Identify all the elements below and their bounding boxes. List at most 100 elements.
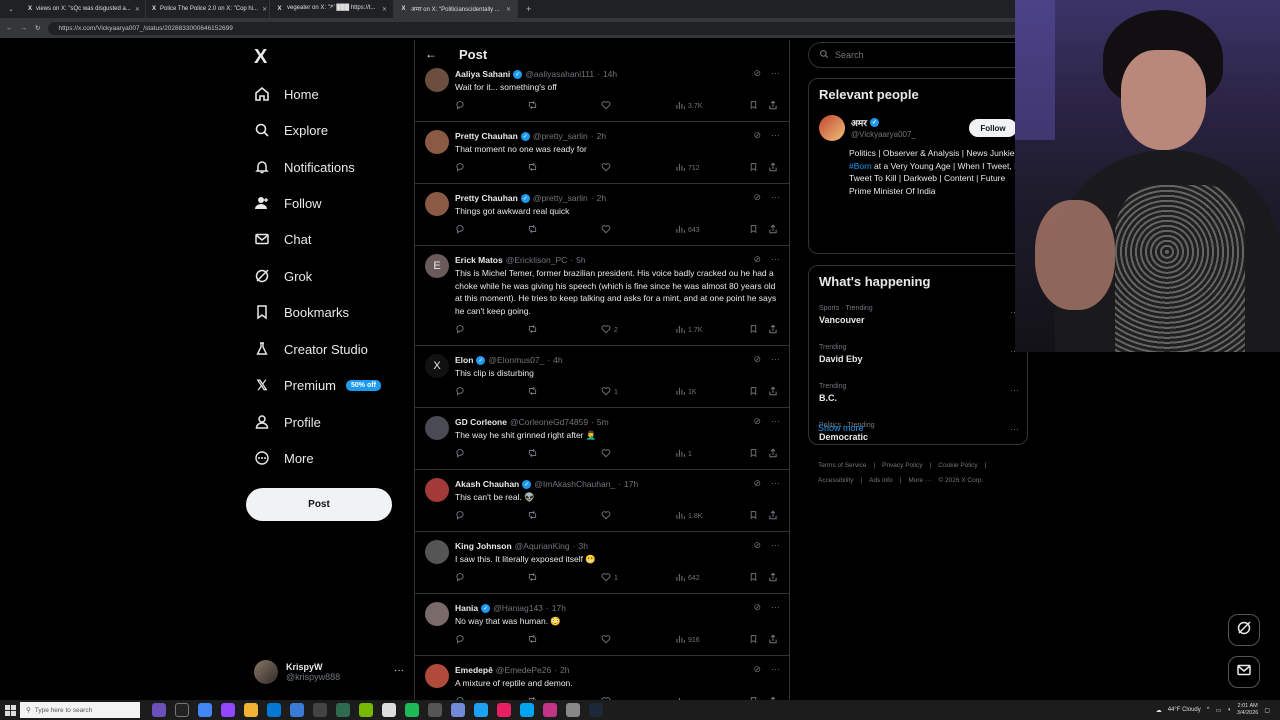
share-button[interactable] bbox=[768, 386, 778, 398]
app-icon[interactable] bbox=[198, 703, 212, 717]
reply-button[interactable] bbox=[455, 572, 468, 584]
grok-icon[interactable]: ⊘ bbox=[753, 192, 761, 203]
chevron-up-icon[interactable]: ^ bbox=[1207, 707, 1210, 713]
repost-button[interactable] bbox=[527, 386, 541, 398]
grok-icon[interactable]: ⊘ bbox=[753, 68, 761, 79]
grok-icon[interactable]: ⊘ bbox=[753, 602, 761, 613]
browser-tab-active[interactable]: X अमर on X: "Politicianscidentally ... ✕ bbox=[394, 0, 518, 18]
tweet[interactable]: Hania ✓ @Haniag143 · 17h ⊘ ··· No way that was … bbox=[415, 594, 789, 656]
nav-item-more[interactable]: More bbox=[254, 447, 314, 469]
app-icon[interactable] bbox=[520, 703, 534, 717]
like-button[interactable] bbox=[601, 162, 614, 174]
avatar[interactable] bbox=[819, 115, 845, 141]
new-tab-button[interactable]: + bbox=[518, 4, 539, 14]
messages-floating-button[interactable] bbox=[1228, 656, 1260, 688]
x-logo[interactable]: X bbox=[254, 46, 267, 69]
browser-tab[interactable]: X views on X: "sQc was disgusted a... ✕ bbox=[22, 0, 146, 18]
share-button[interactable] bbox=[768, 510, 778, 522]
nav-item-profile[interactable]: Profile bbox=[254, 411, 321, 433]
avatar[interactable] bbox=[425, 130, 449, 154]
views-button[interactable]: 1 bbox=[675, 448, 692, 460]
folder-icon[interactable] bbox=[244, 703, 258, 717]
tweet-author-name[interactable]: Pretty Chauhan bbox=[455, 131, 518, 141]
tweet-time[interactable]: 5m bbox=[597, 417, 609, 427]
bookmark-button[interactable] bbox=[749, 448, 758, 460]
tweet-author-handle[interactable]: @Elonmus07_ bbox=[488, 355, 544, 365]
bookmark-button[interactable] bbox=[749, 634, 758, 646]
more-dots-icon[interactable]: ··· bbox=[394, 665, 404, 676]
tweet-author-handle[interactable]: @aaliyasahani111 bbox=[525, 69, 594, 79]
share-button[interactable] bbox=[768, 224, 778, 236]
notifications-icon[interactable]: ▢ bbox=[1264, 707, 1270, 714]
reply-button[interactable] bbox=[455, 324, 468, 336]
avatar[interactable] bbox=[425, 664, 449, 688]
more-dots-icon[interactable]: ··· bbox=[771, 68, 780, 79]
reload-icon[interactable]: ↻ bbox=[35, 24, 40, 32]
like-button[interactable]: 2 bbox=[601, 324, 618, 336]
tweet-author-handle[interactable]: @EmedePe26 bbox=[496, 665, 551, 675]
avatar[interactable] bbox=[425, 478, 449, 502]
tweet-time[interactable]: 5h bbox=[576, 255, 585, 265]
like-button[interactable] bbox=[601, 224, 614, 236]
avatar[interactable] bbox=[425, 68, 449, 92]
tweet-author-handle[interactable]: @CorleoneGd74859 bbox=[510, 417, 588, 427]
bookmark-button[interactable] bbox=[749, 572, 758, 584]
more-dots-icon[interactable]: ··· bbox=[771, 254, 780, 265]
user-name[interactable]: अमर ✓ bbox=[851, 116, 879, 129]
share-button[interactable] bbox=[768, 162, 778, 174]
views-button[interactable]: 916 bbox=[675, 634, 700, 646]
footer-link[interactable]: More ··· bbox=[908, 477, 931, 484]
share-button[interactable] bbox=[768, 448, 778, 460]
footer-link[interactable]: Ads info bbox=[869, 477, 893, 484]
repost-button[interactable] bbox=[527, 572, 541, 584]
tab-close-icon[interactable]: ✕ bbox=[382, 6, 387, 13]
tweet-time[interactable]: 3h bbox=[578, 541, 587, 551]
nav-item-explore[interactable]: Explore bbox=[254, 119, 328, 141]
tweet-time[interactable]: 4h bbox=[553, 355, 562, 365]
tweet-time[interactable]: 17h bbox=[552, 603, 566, 613]
browser-tab[interactable]: X Police The Police 2.0 on X: "Cop hi...… bbox=[146, 0, 270, 18]
tab-list-chevron-icon[interactable]: ⌄ bbox=[0, 6, 22, 13]
app-icon[interactable] bbox=[382, 703, 396, 717]
tweet-author-name[interactable]: Pretty Chauhan bbox=[455, 193, 518, 203]
tweet-time[interactable]: 2h bbox=[597, 131, 606, 141]
more-dots-icon[interactable]: ··· bbox=[771, 354, 780, 365]
tweet[interactable]: Pretty Chauhan ✓ @pretty_sarlin · 2h ⊘ ··· Thin… bbox=[415, 184, 789, 246]
tab-close-icon[interactable]: ✕ bbox=[135, 6, 140, 13]
app-icon[interactable] bbox=[336, 703, 350, 717]
bookmark-button[interactable] bbox=[749, 100, 758, 112]
reply-button[interactable] bbox=[455, 510, 468, 522]
repost-button[interactable] bbox=[527, 448, 541, 460]
bio-hashtag[interactable]: #Born bbox=[849, 161, 872, 171]
tweet-time[interactable]: 14h bbox=[603, 69, 617, 79]
tweet-author-handle[interactable]: @pretty_sarlin bbox=[533, 131, 588, 141]
volume-icon[interactable]: ◖ bbox=[1227, 707, 1231, 713]
grok-icon[interactable]: ⊘ bbox=[753, 354, 761, 365]
footer-link[interactable]: Accessibility bbox=[818, 477, 853, 484]
tweet[interactable]: Pretty Chauhan ✓ @pretty_sarlin · 2h ⊘ ··· That… bbox=[415, 122, 789, 184]
avatar[interactable] bbox=[425, 416, 449, 440]
grok-icon[interactable]: ⊘ bbox=[753, 540, 761, 551]
grok-icon[interactable]: ⊘ bbox=[753, 130, 761, 141]
share-button[interactable] bbox=[768, 634, 778, 646]
tweet-author-handle[interactable]: @ImAkashChauhan_ bbox=[534, 479, 615, 489]
share-button[interactable] bbox=[768, 324, 778, 336]
footer-link[interactable]: Cookie Policy bbox=[938, 462, 977, 469]
trend-item[interactable]: Trending David Eby ··· bbox=[819, 344, 1019, 364]
repost-button[interactable] bbox=[527, 324, 541, 336]
tweet-author-name[interactable]: Elon bbox=[455, 355, 473, 365]
repost-button[interactable] bbox=[527, 510, 541, 522]
app-icon[interactable] bbox=[543, 703, 557, 717]
reply-button[interactable] bbox=[455, 448, 468, 460]
views-button[interactable]: 1.8K bbox=[675, 510, 702, 522]
views-button[interactable]: 712 bbox=[675, 162, 700, 174]
weather-text[interactable]: 44°F Cloudy bbox=[1168, 707, 1201, 713]
more-dots-icon[interactable]: ··· bbox=[771, 540, 780, 551]
nav-item-grok[interactable]: Grok bbox=[254, 265, 312, 287]
like-button[interactable] bbox=[601, 100, 614, 112]
tweet-time[interactable]: 2h bbox=[560, 665, 569, 675]
follow-button[interactable]: Follow bbox=[969, 119, 1017, 137]
tweet-author-name[interactable]: Aaliya Sahani bbox=[455, 69, 510, 79]
taskbar-search-input[interactable]: ⚲ Type here to search bbox=[20, 702, 140, 718]
app-icon[interactable] bbox=[428, 703, 442, 717]
